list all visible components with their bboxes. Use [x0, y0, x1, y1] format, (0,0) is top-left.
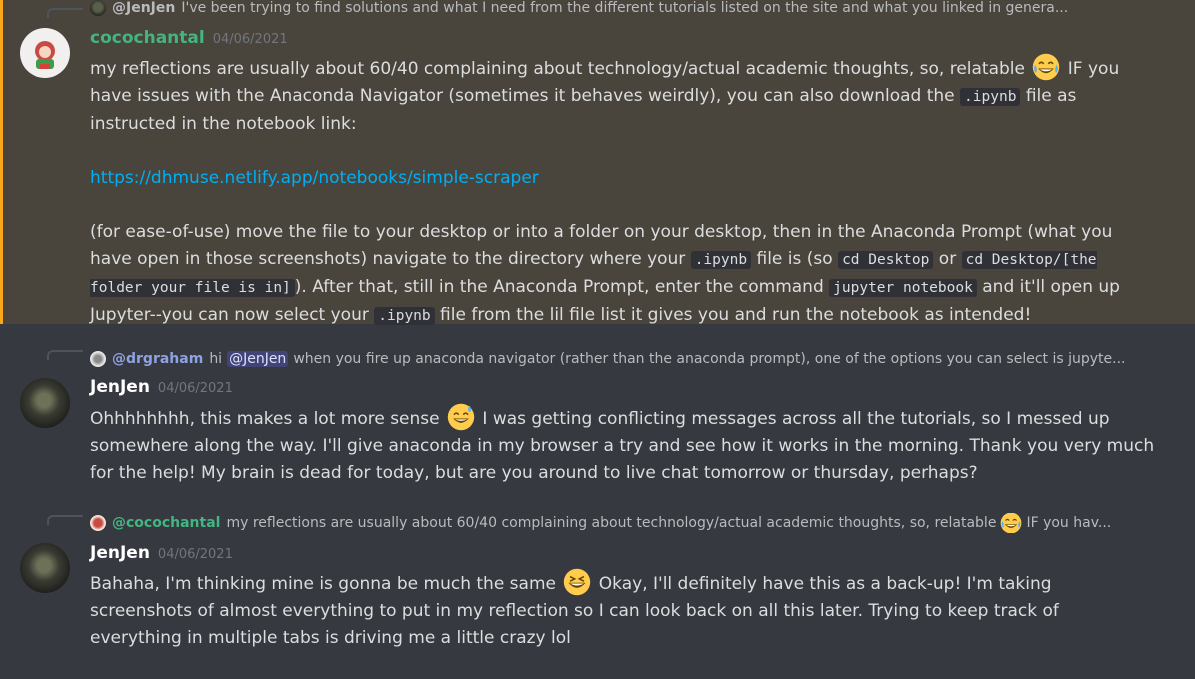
- message-content: Bahaha, I'm thinking mine is gonna be mu…: [90, 568, 1155, 652]
- avatar[interactable]: [20, 378, 70, 428]
- notebook-link[interactable]: https://dhmuse.netlify.app/notebooks/sim…: [90, 168, 539, 188]
- inline-code: cd Desktop: [838, 251, 934, 269]
- reply-preview[interactable]: @drgraham hi @JenJen when you fire up an…: [90, 349, 1150, 369]
- reply-spine: [47, 8, 83, 18]
- mention[interactable]: @JenJen: [227, 351, 289, 367]
- reply-avatar: [90, 0, 106, 16]
- inline-code: .ipynb: [960, 88, 1021, 106]
- reply-author[interactable]: @cocochantal: [112, 515, 220, 531]
- avatar[interactable]: [20, 543, 70, 593]
- username[interactable]: JenJen: [90, 377, 150, 397]
- message-content: my reflections are usually about 60/40 c…: [90, 53, 1155, 330]
- reply-preview[interactable]: @cocochantal my reflections are usually …: [90, 513, 1150, 533]
- reply-avatar: [90, 515, 106, 531]
- message-content: Ohhhhhhhh, this makes a lot more sense I…: [90, 403, 1155, 487]
- message-jenjen-2[interactable]: @cocochantal my reflections are usually …: [0, 505, 1195, 679]
- timestamp: 04/06/2021: [157, 381, 233, 396]
- reply-spine: [47, 515, 83, 525]
- grinning-face-with-sweat-icon: [447, 403, 475, 431]
- face-with-tears-of-joy-icon: [1032, 53, 1060, 81]
- timestamp: 04/06/2021: [157, 547, 233, 562]
- reply-author[interactable]: @JenJen: [112, 0, 175, 16]
- face-with-tears-of-joy-icon: [1000, 513, 1022, 533]
- reply-text: my reflections are usually about 60/40 c…: [226, 515, 997, 531]
- username[interactable]: JenJen: [90, 543, 150, 563]
- reply-spine: [47, 350, 83, 360]
- reply-text: when you fire up anaconda navigator (rat…: [293, 351, 1126, 367]
- avatar[interactable]: [20, 28, 70, 78]
- message-header: JenJen 04/06/2021: [90, 543, 233, 565]
- grinning-squinting-face-icon: [563, 568, 591, 596]
- timestamp: 04/06/2021: [212, 32, 288, 47]
- reply-author[interactable]: @drgraham: [112, 351, 203, 367]
- inline-code: .ipynb: [690, 251, 752, 269]
- message-header: cocochantal 04/06/2021: [90, 28, 288, 50]
- inline-code: jupyter notebook: [829, 279, 977, 297]
- reply-avatar: [90, 351, 106, 367]
- inline-code: .ipynb: [374, 307, 435, 325]
- username[interactable]: cocochantal: [90, 28, 205, 48]
- message-cocochantal[interactable]: @JenJen I've been trying to find solutio…: [0, 0, 1195, 325]
- reply-text: I've been trying to find solutions and w…: [181, 0, 1069, 16]
- message-header: JenJen 04/06/2021: [90, 377, 233, 399]
- message-jenjen-1[interactable]: @drgraham hi @JenJen when you fire up an…: [0, 340, 1195, 490]
- reply-preview[interactable]: @JenJen I've been trying to find solutio…: [90, 0, 1150, 18]
